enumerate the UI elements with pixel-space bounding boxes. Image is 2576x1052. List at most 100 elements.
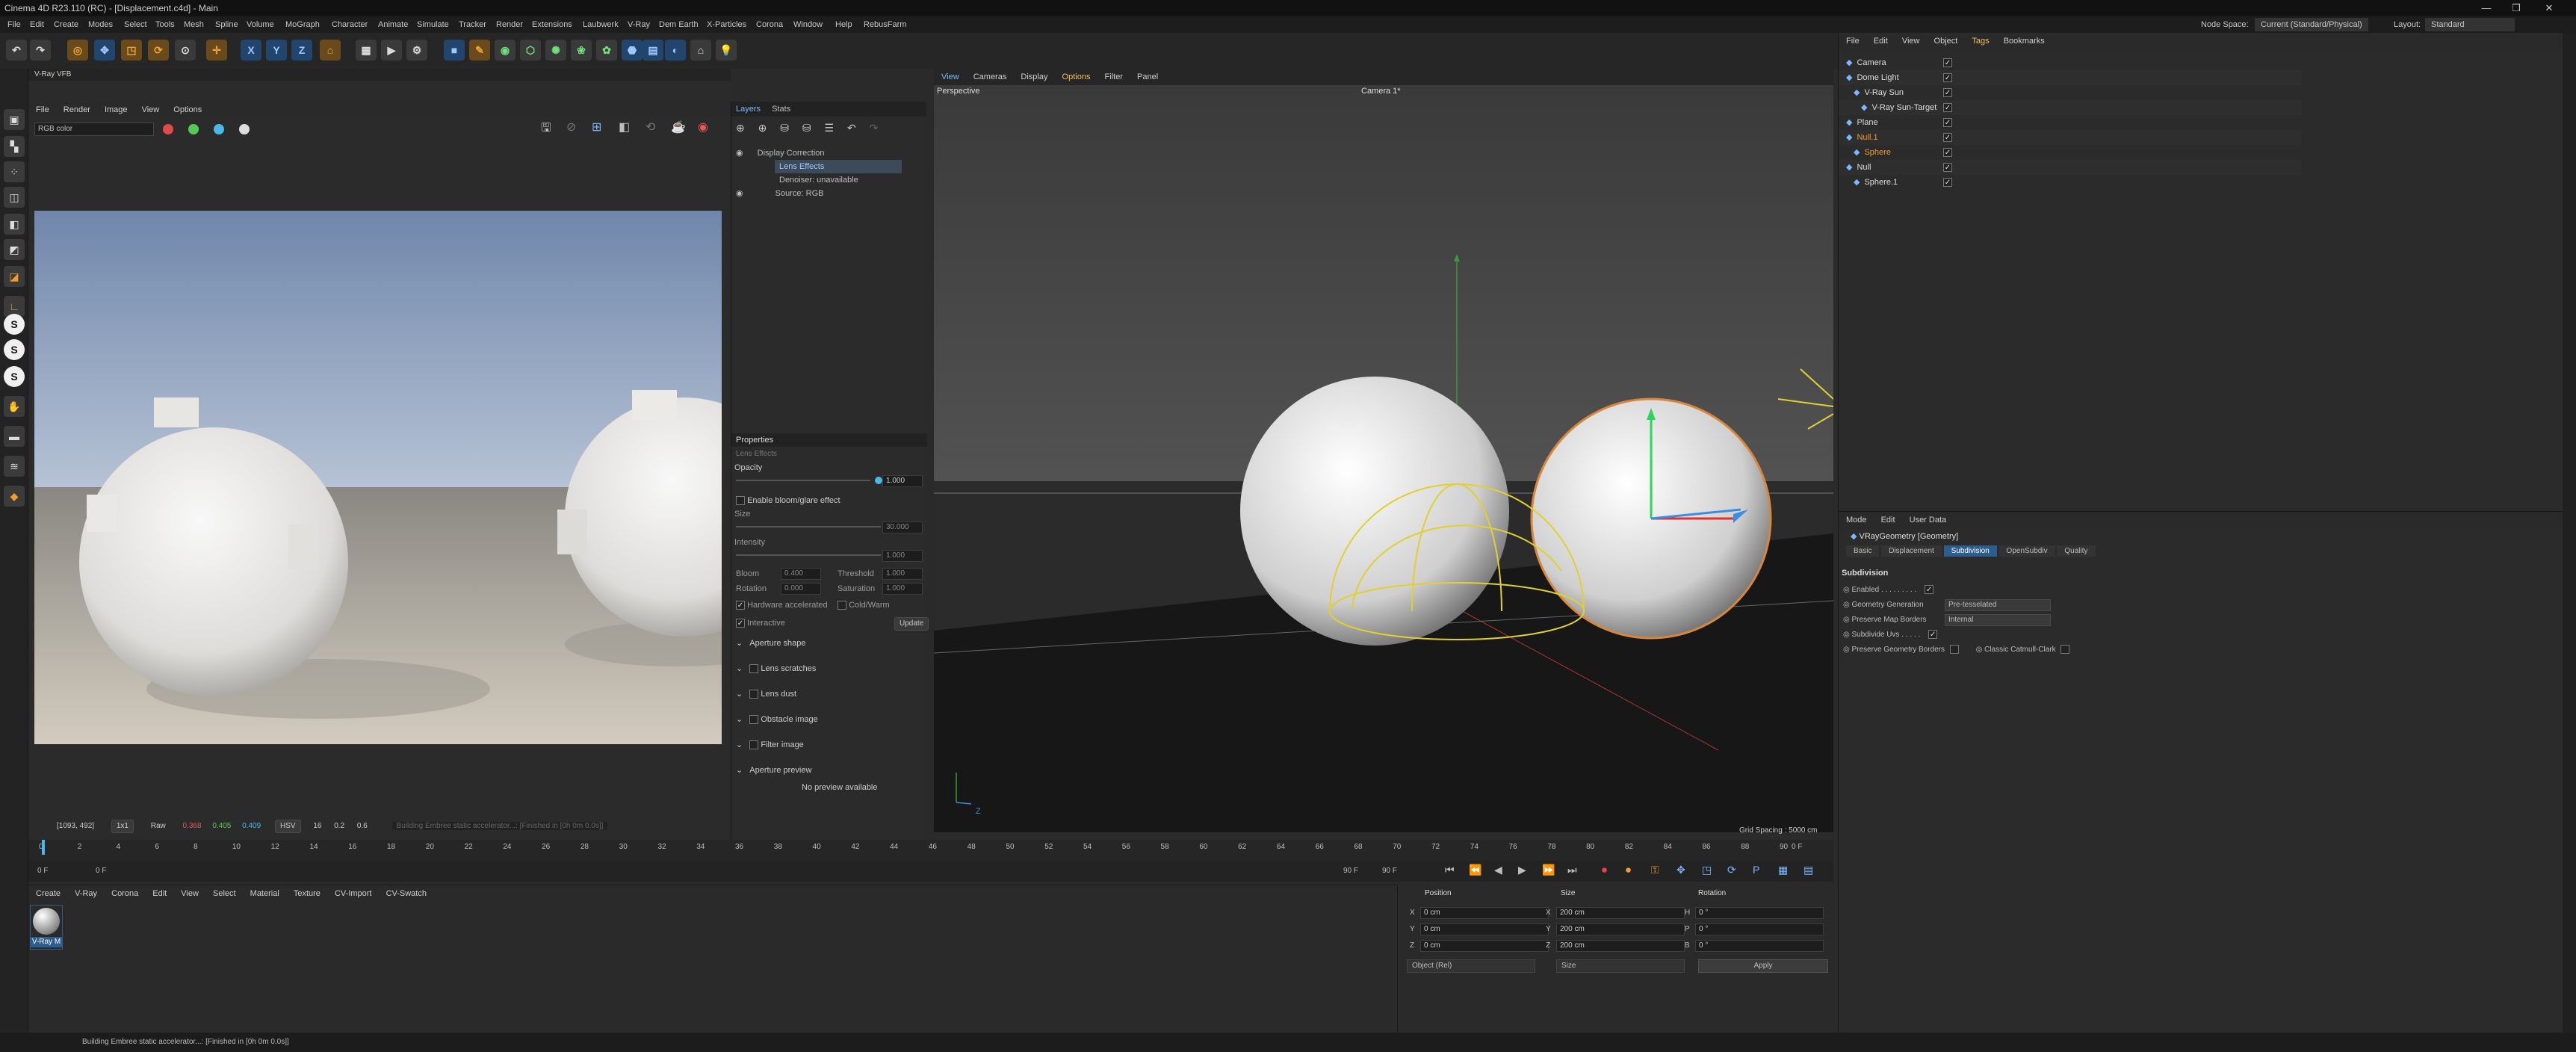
menu-laubwerk[interactable]: Laubwerk	[583, 16, 619, 33]
effector-icon[interactable]: ✿	[596, 40, 617, 61]
menu-xparticles[interactable]: X-Particles	[707, 16, 746, 33]
undo-icon[interactable]: ↶	[6, 40, 27, 61]
visibility-toggles[interactable]: ✓	[1943, 70, 1952, 85]
vp-menu-cameras[interactable]: Cameras	[973, 72, 1007, 81]
autokey-icon[interactable]: ⏺	[1626, 864, 1631, 876]
attr-menu-edit[interactable]: Edit	[1881, 516, 1895, 525]
vp-menu-display[interactable]: Display	[1021, 72, 1047, 81]
node-space-select[interactable]: Current (Standard/Physical)	[2255, 18, 2368, 31]
stop-render-icon[interactable]: ◉	[698, 120, 708, 134]
section-filter-image[interactable]: ⌄ Filter image	[736, 740, 804, 750]
vfb-menu-image[interactable]: Image	[105, 105, 128, 114]
layer-lens-effects[interactable]: Lens Effects	[775, 160, 902, 173]
interactive-checkbox[interactable]: ✓	[736, 619, 745, 628]
red-channel-icon[interactable]	[163, 124, 173, 134]
object-row[interactable]: ◆ V-Ray Sun-Target ✓	[1839, 100, 2302, 115]
size-mode-select[interactable]: Size	[1556, 959, 1685, 973]
geometry-generation-select[interactable]: Pre-tesselated	[1945, 599, 2051, 611]
menu-modes[interactable]: Modes	[88, 16, 113, 33]
mat-menu-cvimport[interactable]: CV-Import	[335, 889, 372, 898]
vp-menu-options[interactable]: Options	[1062, 72, 1091, 81]
interactive-row[interactable]: ✓ Interactive	[736, 619, 785, 628]
attr-row-preserve-map-borders[interactable]: ◎ Preserve Map Borders Internal	[1843, 613, 2217, 627]
make-editable-icon[interactable]: ▣	[4, 109, 25, 130]
bloom-field[interactable]: 0.400	[781, 568, 821, 580]
menu-character[interactable]: Character	[332, 16, 368, 33]
visibility-toggles[interactable]: ✓	[1943, 55, 1952, 70]
edges-mode-icon[interactable]: ◫	[4, 187, 25, 208]
anim-dot-icon[interactable]: ◎	[1843, 586, 1850, 594]
alpha-channel-icon[interactable]	[239, 124, 250, 134]
menu-rebusfarm[interactable]: RebusFarm	[864, 16, 906, 33]
visibility-icon[interactable]: ✓	[1943, 73, 1952, 83]
object-name[interactable]: V-Ray Sun-Target	[1871, 103, 1936, 112]
cube-icon[interactable]: ■	[444, 40, 465, 61]
bloom-checkbox[interactable]	[736, 496, 745, 506]
section-lens-dust[interactable]: ⌄ Lens dust	[736, 689, 796, 699]
coord-field[interactable]: 0 °	[1695, 923, 1824, 935]
rotate-icon[interactable]: ⟳	[148, 40, 169, 61]
section-aperture-preview[interactable]: ⌄ Aperture preview	[736, 765, 811, 775]
section-checkbox[interactable]	[749, 740, 759, 750]
menu-mesh[interactable]: Mesh	[184, 16, 204, 33]
s-circle-icon-2[interactable]: S	[4, 339, 25, 360]
render-view-icon[interactable]: ▦	[356, 40, 377, 61]
menu-dem-earth[interactable]: Dem Earth	[659, 16, 699, 33]
cold-warm-checkbox[interactable]	[837, 601, 846, 610]
x-axis-button[interactable]: X	[241, 40, 261, 61]
menu-file[interactable]: File	[7, 16, 21, 33]
attr-row-geometry-generation[interactable]: ◎ Geometry Generation Pre-tesselated	[1843, 598, 2217, 612]
rotation-track-icon[interactable]: ⟳	[1727, 864, 1736, 876]
subdivision-icon[interactable]: ◉	[495, 40, 515, 61]
end-frame[interactable]: 90 F	[1382, 867, 1397, 875]
goto-end-icon[interactable]: ⏭	[1567, 864, 1577, 876]
model-mode-icon[interactable]: ◩	[4, 239, 25, 260]
play-icon[interactable]: ▶	[1518, 864, 1526, 876]
coord-field[interactable]: 200 cm	[1556, 907, 1685, 919]
move-icon[interactable]: ✥	[94, 40, 115, 61]
object-row[interactable]: ◆ V-Ray Sun ✓	[1839, 85, 2302, 100]
polygons-mode-icon[interactable]: ◧	[4, 214, 25, 235]
add-sublayer-icon[interactable]: ⊕	[758, 122, 767, 134]
mat-menu-edit[interactable]: Edit	[152, 889, 167, 898]
om-menu-bookmarks[interactable]: Bookmarks	[2004, 37, 2045, 46]
opacity-slider-track[interactable]	[736, 480, 870, 481]
attr-menu-userdata[interactable]: User Data	[1910, 516, 1947, 525]
prev-key-icon[interactable]: ⏪	[1469, 864, 1481, 876]
keyframe-selection-icon[interactable]: ⚿	[1651, 864, 1659, 876]
uv-mode-icon[interactable]: ◪	[4, 266, 25, 287]
layer-source-rgb[interactable]: ◉ Source: RGB	[734, 187, 924, 200]
render-icon[interactable]: ☕	[671, 120, 686, 134]
redo-layer-icon[interactable]: ↷	[870, 122, 879, 134]
menu-animate[interactable]: Animate	[378, 16, 408, 33]
coord-field[interactable]: 0 °	[1695, 907, 1824, 919]
object-row[interactable]: ◆ Null ✓	[1839, 160, 2302, 175]
menu-render[interactable]: Render	[496, 16, 523, 33]
coordinate-system-icon[interactable]: ⌂	[320, 40, 341, 61]
coord-field[interactable]: 200 cm	[1556, 923, 1685, 935]
attr-tab-quality[interactable]: Quality	[2057, 545, 2096, 557]
anim-dot-icon[interactable]: ◎	[1843, 601, 1850, 609]
attr-row-subdivide-uvs[interactable]: ◎ Subdivide Uvs . . . . . ✓	[1843, 628, 2217, 642]
object-row[interactable]: ◆ Sphere.1 ✓	[1839, 175, 2302, 190]
playhead[interactable]	[42, 840, 45, 855]
object-row[interactable]: ◆ Plane ✓	[1839, 115, 2302, 130]
mat-menu-corona[interactable]: Corona	[111, 889, 138, 898]
enabled-checkbox[interactable]: ✓	[1925, 585, 1934, 595]
menu-vray[interactable]: V-Ray	[628, 16, 650, 33]
visibility-toggles[interactable]: ✓	[1943, 175, 1952, 190]
scale-icon[interactable]: ◳	[121, 40, 142, 61]
apply-button[interactable]: Apply	[1698, 959, 1828, 973]
section-checkbox[interactable]	[749, 715, 759, 725]
region-render-icon[interactable]: ⊞	[592, 120, 601, 134]
visibility-icon[interactable]: ✓	[1943, 118, 1952, 128]
material-swatch[interactable]: V-Ray M	[30, 905, 63, 950]
channel-select[interactable]: RGB color	[34, 123, 154, 136]
threshold-field[interactable]: 1.000	[882, 568, 923, 580]
coord-mode-select[interactable]: Object (Rel)	[1407, 959, 1535, 973]
light-icon[interactable]: 💡	[716, 40, 737, 61]
floor-icon[interactable]: ▤	[643, 40, 663, 61]
vp-menu-filter[interactable]: Filter	[1105, 72, 1123, 81]
object-name[interactable]: V-Ray Sun	[1864, 88, 1904, 97]
mat-menu-create[interactable]: Create	[36, 889, 61, 898]
